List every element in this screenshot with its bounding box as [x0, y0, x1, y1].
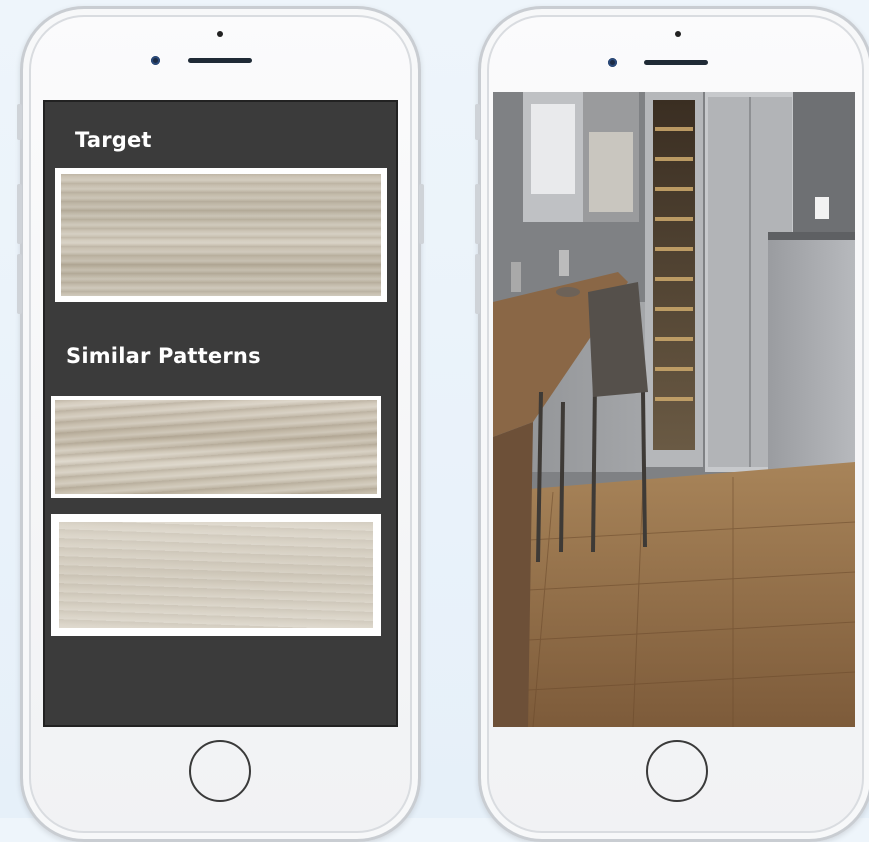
earpiece-speaker — [644, 60, 708, 65]
home-button[interactable] — [646, 740, 708, 802]
home-button[interactable] — [189, 740, 251, 802]
front-camera-icon — [151, 56, 160, 65]
proximity-sensor-icon — [675, 31, 681, 37]
target-pattern-image[interactable] — [55, 168, 387, 302]
power-button — [419, 184, 424, 244]
right-phone — [475, 6, 869, 842]
target-heading: Target — [75, 128, 152, 152]
volume-down-button — [475, 254, 480, 314]
volume-down-button — [17, 254, 22, 314]
volume-up-button — [17, 184, 22, 244]
app-screen: Target Similar Patterns — [43, 100, 398, 727]
mute-switch — [17, 104, 22, 140]
left-phone: Target Similar Patterns — [17, 6, 424, 842]
mute-switch — [475, 104, 480, 140]
earpiece-speaker — [188, 58, 252, 63]
similar-pattern-2-image[interactable] — [51, 514, 381, 636]
proximity-sensor-icon — [217, 31, 223, 37]
room-preview-image[interactable] — [493, 92, 855, 727]
similar-pattern-1-image[interactable] — [51, 396, 381, 498]
volume-up-button — [475, 184, 480, 244]
similar-patterns-heading: Similar Patterns — [66, 344, 261, 368]
front-camera-icon — [608, 58, 617, 67]
kitchen-scene — [493, 92, 855, 727]
